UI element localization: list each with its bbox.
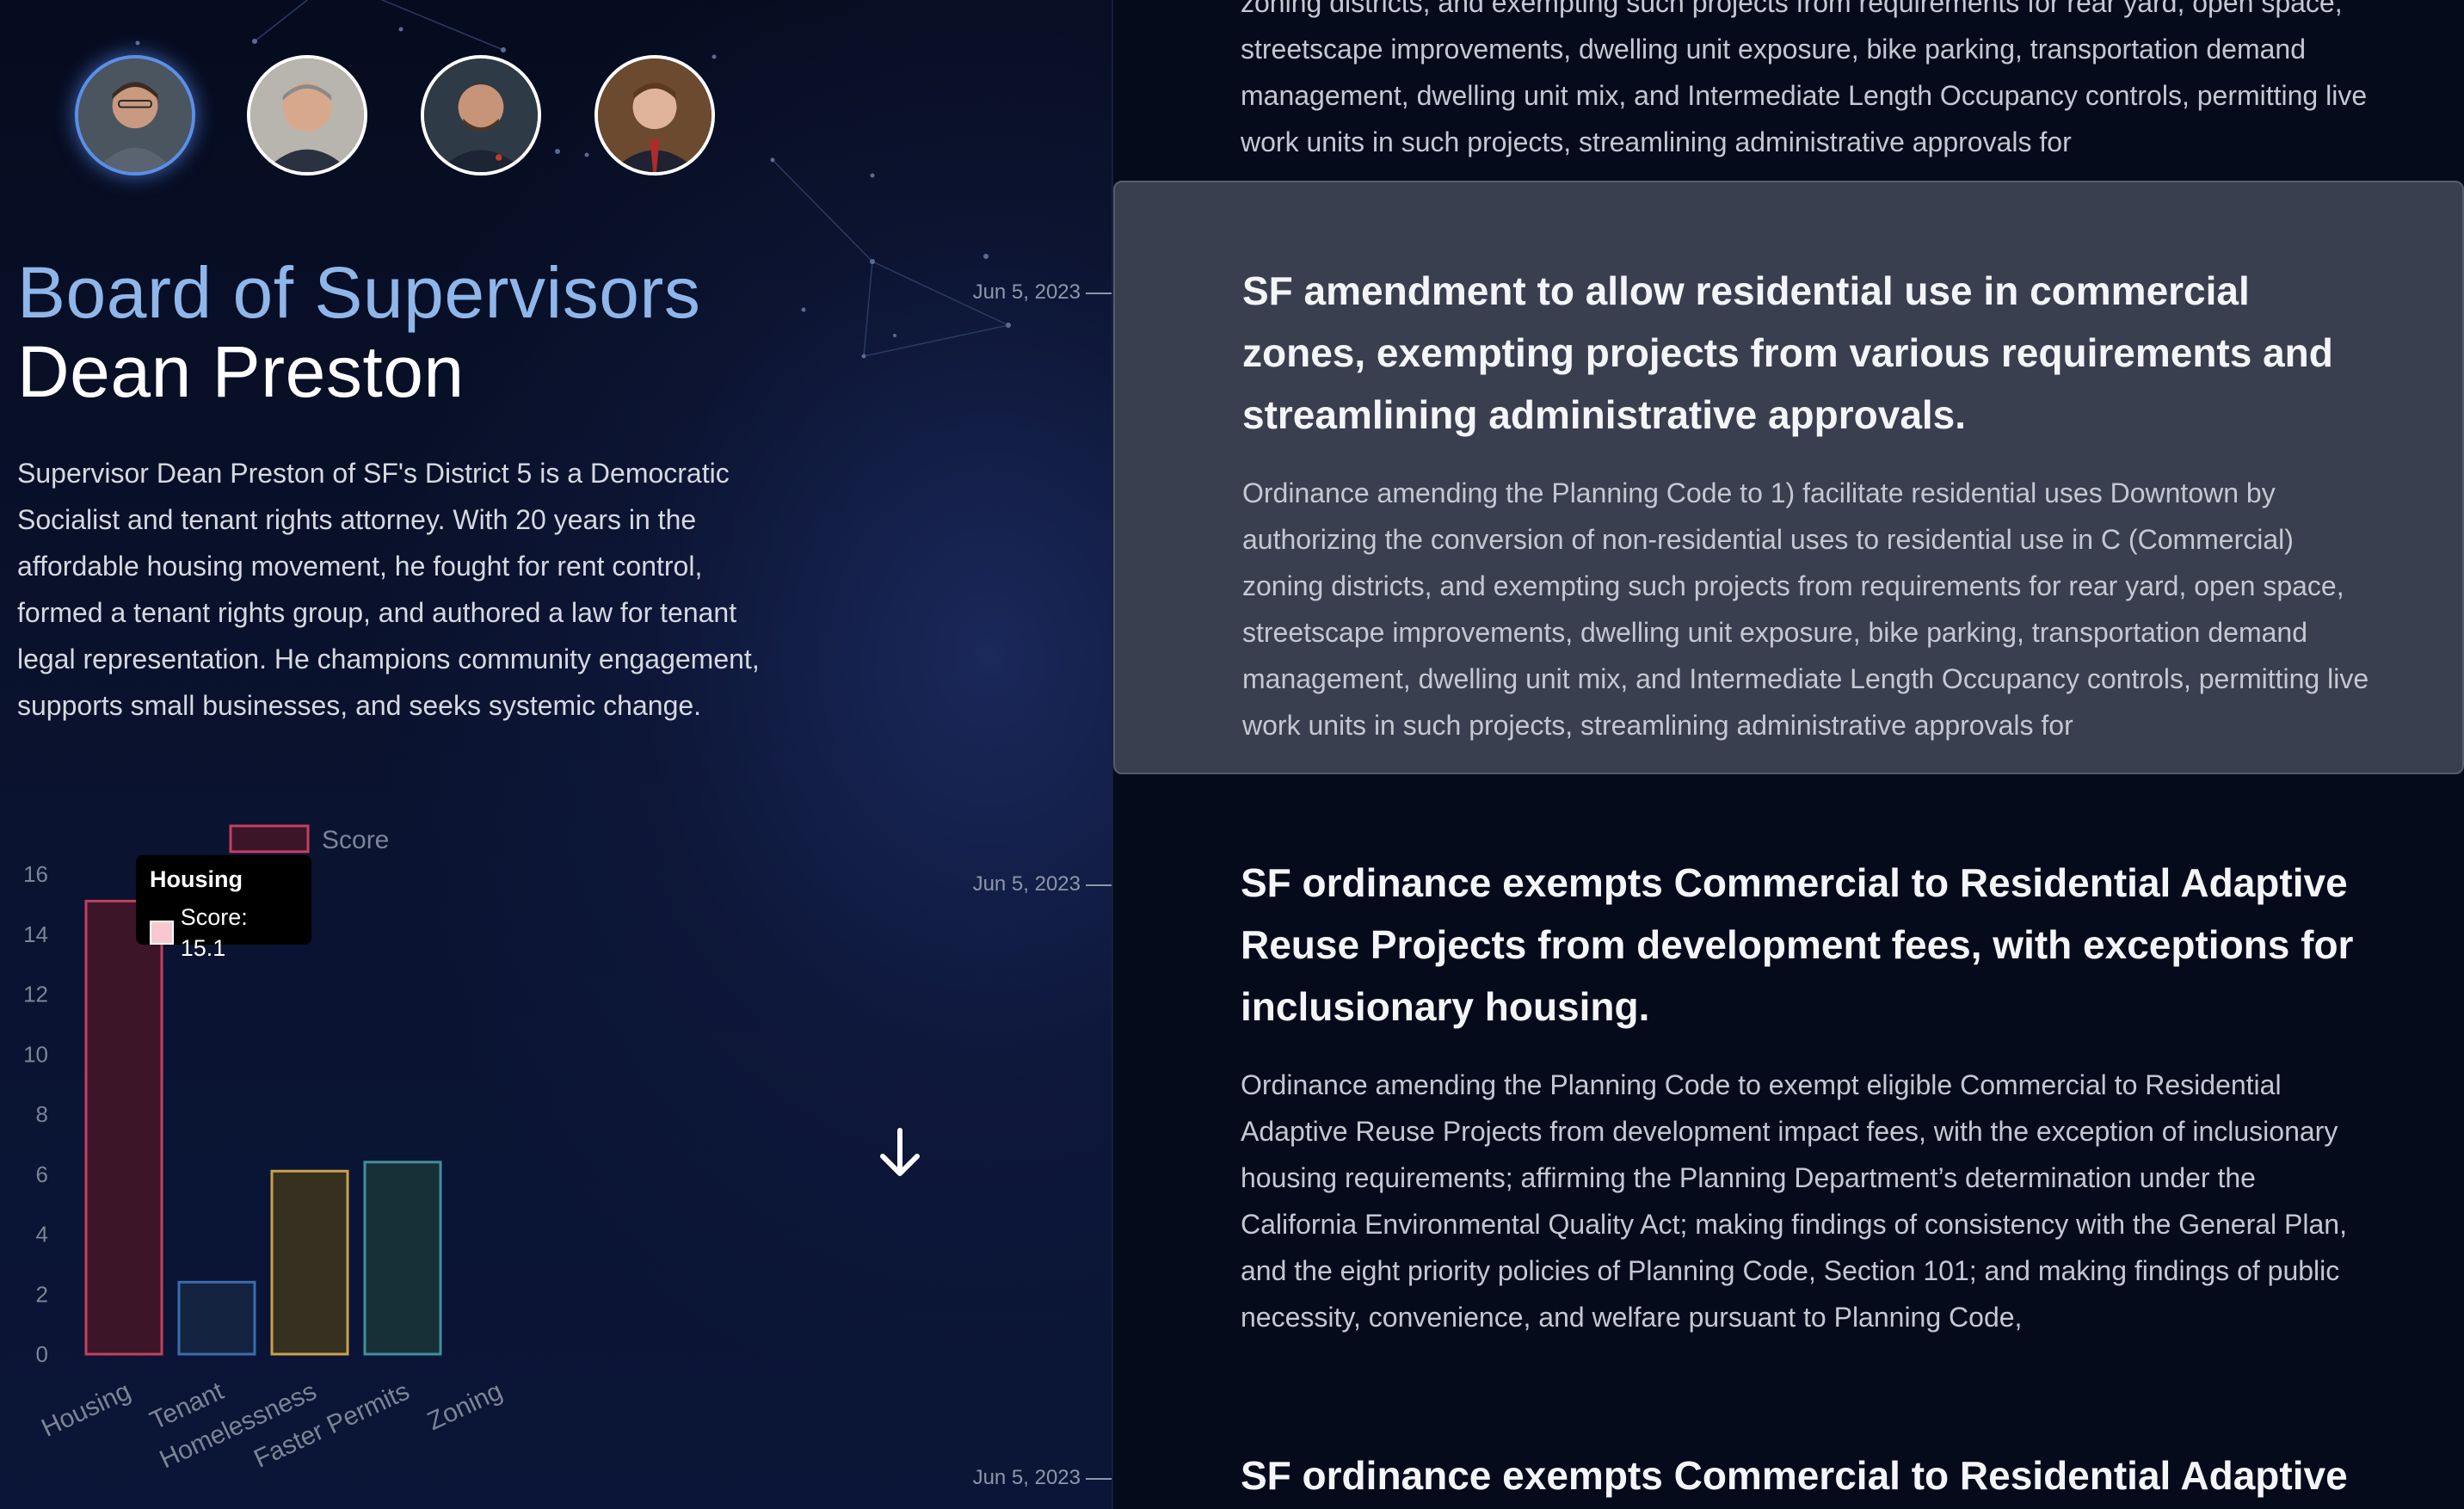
y-tick-label: 12: [23, 982, 48, 1007]
supervisor-avatar-2[interactable]: [247, 55, 367, 176]
tooltip-title: Housing: [150, 866, 243, 892]
legislation-title: SF amendment to allow residential use in…: [1242, 268, 2333, 437]
chart-bar[interactable]: [270, 1169, 349, 1356]
supervisor-avatar-3[interactable]: [421, 55, 541, 176]
supervisor-bio: Supervisor Dean Preston of SF's District…: [17, 458, 760, 721]
y-tick-label: 14: [23, 921, 48, 947]
person-photo-icon: [424, 59, 538, 172]
legislation-body: zoning districts, and exempting such pro…: [1241, 0, 2368, 157]
tooltip-label: Score: 15.1: [180, 904, 248, 961]
legend-swatch: [229, 824, 310, 853]
legislation-card[interactable]: SF ordinance exempts Commercial to Resid…: [1113, 1444, 2464, 1506]
y-tick-label: 2: [36, 1281, 48, 1307]
chart-legend[interactable]: Score: [229, 824, 389, 854]
chart-bars: [84, 899, 442, 1356]
chart-bar[interactable]: [363, 1161, 442, 1356]
legend-label[interactable]: Score: [322, 826, 389, 854]
person-photo-icon: [250, 59, 364, 172]
supervisor-avatar-preston[interactable]: [75, 55, 195, 176]
legislation-title: SF ordinance exempts Commercial to Resid…: [1241, 1453, 2348, 1498]
supervisor-avatar-4[interactable]: [594, 55, 715, 176]
x-tick-label: Faster Permits: [249, 1377, 414, 1473]
tooltip-swatch: [150, 921, 174, 945]
tooltip-row: Score: 15.1: [150, 902, 298, 964]
timeline-date: Jun 5, 2023: [972, 1466, 1112, 1489]
y-tick-label: 8: [36, 1101, 48, 1127]
arrow-down-icon[interactable]: [876, 1125, 924, 1180]
legislation-title: SF ordinance exempts Commercial to Resid…: [1241, 860, 2354, 1029]
legislation-feed[interactable]: zoning districts, and exempting such pro…: [1113, 0, 2464, 1509]
timeline-date: Jun 5, 2023: [972, 280, 1112, 304]
profile-panel: Board of Supervisors Dean Preston Superv…: [0, 0, 1113, 1509]
legislation-card-selected[interactable]: SF amendment to allow residential use in…: [1113, 181, 2464, 774]
chart-bar[interactable]: [84, 899, 163, 1356]
y-tick-label: 10: [23, 1041, 48, 1067]
timeline-date: Jun 5, 2023: [972, 872, 1112, 896]
person-photo-icon: [598, 59, 711, 172]
y-tick-label: 4: [36, 1222, 48, 1247]
legislation-body: Ordinance amending the Planning Code to …: [1242, 477, 2369, 741]
page-title-org: Board of Supervisors: [17, 252, 701, 333]
page-title-person: Dean Preston: [17, 331, 465, 412]
chart-bar[interactable]: [177, 1280, 256, 1356]
x-tick-label: Zoning: [423, 1377, 507, 1436]
chart-tooltip: Housing Score: 15.1: [136, 855, 311, 961]
x-tick-label: Housing: [37, 1377, 135, 1442]
chart-x-axis: Housing TenantHomelessnessFaster Permits Z…: [37, 1377, 507, 1474]
legislation-card[interactable]: zoning districts, and exempting such pro…: [1113, 0, 2464, 165]
y-tick-label: 6: [36, 1161, 48, 1187]
person-photo-icon: [78, 59, 192, 172]
legislation-card[interactable]: SF ordinance exempts Commercial to Resid…: [1113, 852, 2464, 1340]
chart-y-axis: 0 2 4 6 8 10 12 14 16: [23, 861, 48, 1367]
y-tick-label: 16: [23, 861, 48, 887]
y-tick-label: 0: [36, 1341, 48, 1367]
legislation-body: Ordinance amending the Planning Code to …: [1241, 1069, 2347, 1333]
